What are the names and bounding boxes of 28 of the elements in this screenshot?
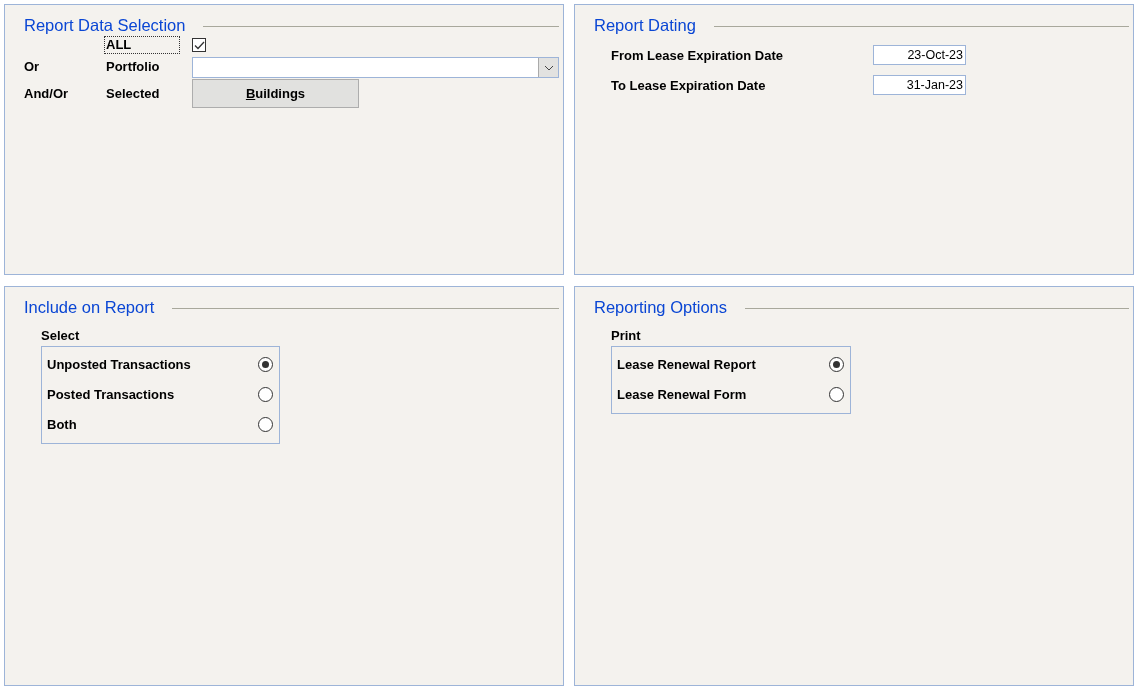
date-field[interactable]: 31-Jan-23: [873, 75, 966, 95]
section-title: Reporting Options: [594, 297, 727, 317]
all-checkbox[interactable]: [192, 38, 206, 52]
radio-button[interactable]: [258, 386, 273, 402]
portfolio-label: Portfolio: [106, 58, 161, 74]
option-label: Lease Renewal Report: [617, 356, 756, 372]
group-label: Select: [41, 328, 81, 345]
section-title: Report Dating: [594, 15, 696, 35]
option-label: Unposted Transactions: [47, 356, 191, 372]
option-label: Posted Transactions: [47, 386, 175, 402]
radio-button[interactable]: [829, 356, 844, 372]
or-label: Or: [24, 58, 41, 74]
option-label: Both: [47, 416, 77, 432]
section-title: Report Data Selection: [24, 15, 186, 35]
option-label: Lease Renewal Form: [617, 386, 747, 402]
radio-button[interactable]: [258, 416, 273, 432]
date-label: From Lease Expiration Date: [611, 47, 784, 63]
group-label: Print: [611, 328, 642, 345]
selected-label: Selected: [106, 85, 161, 101]
date-field[interactable]: 23-Oct-23: [873, 45, 966, 65]
radio-button[interactable]: [258, 356, 273, 372]
chevron-down-icon[interactable]: [538, 58, 558, 77]
all-label: ALL: [104, 36, 180, 54]
section-title: Include on Report: [24, 297, 155, 317]
date-label: To Lease Expiration Date: [611, 77, 767, 93]
radio-button[interactable]: [829, 386, 844, 402]
and-or-label: And/Or: [24, 85, 70, 101]
buildings-button[interactable]: Buildings: [192, 79, 359, 108]
